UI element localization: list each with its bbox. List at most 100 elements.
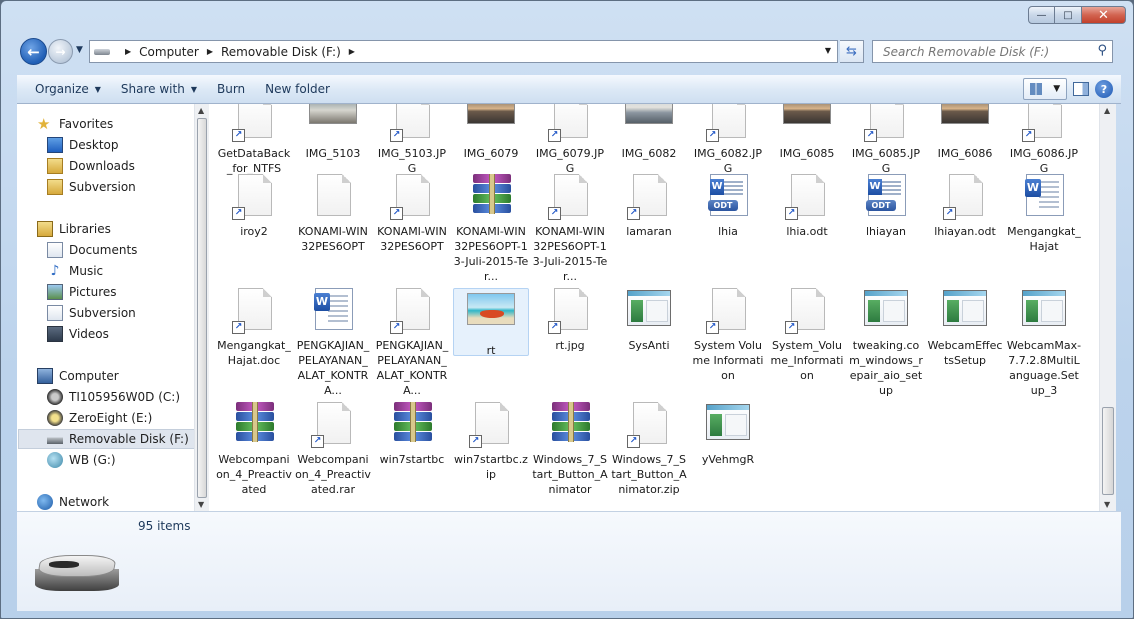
nav-computer[interactable]: Computer xyxy=(37,366,119,386)
chevron-right-icon[interactable]: ▶ xyxy=(349,47,355,56)
hard-drive-icon xyxy=(47,410,63,426)
file-item[interactable]: Windows_7_Start_Button_Animator xyxy=(532,402,608,497)
back-button[interactable]: ← xyxy=(20,38,47,65)
file-item[interactable]: IMG_6082 xyxy=(611,104,687,161)
preview-pane-icon[interactable] xyxy=(1073,82,1089,96)
file-item[interactable]: W Mengangkat_Hajat xyxy=(1006,174,1082,254)
file-item[interactable]: ↗ Windows_7_Start_Button_Animator.zip xyxy=(611,402,687,497)
file-item[interactable]: ↗ IMG_6079.JPG xyxy=(532,104,608,176)
nav-libraries[interactable]: Libraries xyxy=(37,219,111,239)
file-item[interactable]: IMG_6086 xyxy=(927,104,1003,161)
file-item[interactable]: ↗ IMG_6082.JPG xyxy=(690,104,766,176)
file-item[interactable]: ↗ KONAMI-WIN32PES6OPT-13-Juli-2015-Ter... xyxy=(532,174,608,284)
scroll-down-icon[interactable]: ▼ xyxy=(1104,500,1110,509)
file-item[interactable]: ↗ IMG_6085.JPG xyxy=(848,104,924,176)
nav-subversion-favorite[interactable]: Subversion xyxy=(47,177,136,197)
scroll-down-icon[interactable]: ▼ xyxy=(198,500,204,509)
nav-network[interactable]: Network xyxy=(37,492,109,511)
scroll-up-icon[interactable]: ▲ xyxy=(1104,106,1110,115)
file-name: IMG_6082 xyxy=(621,147,677,160)
nav-music[interactable]: ♪ Music xyxy=(47,261,104,281)
breadcrumb-computer[interactable]: Computer xyxy=(139,45,199,59)
file-item[interactable]: ↗ lhiayan.odt xyxy=(927,174,1003,239)
scrollbar-thumb[interactable] xyxy=(1102,407,1114,495)
nav-pane-scrollbar[interactable]: ▲ ▼ xyxy=(194,104,209,511)
file-item[interactable]: ↗ Webcompanion_4_Preactivated.rar xyxy=(295,402,371,497)
file-item[interactable]: KONAMI-WIN32PES6OPT xyxy=(295,174,371,254)
file-name: Webcompanion_4_Preactivated xyxy=(216,453,292,496)
help-icon[interactable]: ? xyxy=(1095,80,1113,98)
nav-desktop[interactable]: Desktop xyxy=(47,135,119,155)
file-item[interactable]: IMG_5103 xyxy=(295,104,371,161)
burn-button[interactable]: Burn xyxy=(207,82,255,96)
file-item[interactable]: W ODT lhia xyxy=(690,174,766,239)
file-item[interactable]: ↗ GetDataBack_for_NTFS xyxy=(216,104,292,176)
file-item[interactable]: ↗ lhia.odt xyxy=(769,174,845,239)
file-item[interactable]: KONAMI-WIN32PES6OPT-13-Juli-2015-Ter... xyxy=(453,174,529,284)
nav-pictures[interactable]: Pictures xyxy=(47,282,117,302)
navigation-row: ← → ▼ ▶ Computer ▶ Removable Disk (F:) ▶… xyxy=(17,38,1119,66)
forward-button[interactable]: → xyxy=(48,39,73,64)
file-name: iroy2 xyxy=(240,225,268,238)
minimize-button[interactable]: — xyxy=(1028,6,1055,24)
address-bar[interactable]: ▶ Computer ▶ Removable Disk (F:) ▶ ▼ xyxy=(89,40,838,63)
breadcrumb-removable-disk[interactable]: Removable Disk (F:) xyxy=(221,45,341,59)
nav-videos[interactable]: Videos xyxy=(47,324,109,344)
file-item[interactable]: W PENGKAJIAN_PELAYANAN_ALAT_KONTRA... xyxy=(295,288,371,398)
app-icon xyxy=(704,402,752,448)
nav-drive-e[interactable]: ZeroEight (E:) xyxy=(47,408,152,428)
file-item[interactable]: Webcompanion_4_Preactivated xyxy=(216,402,292,497)
file-item[interactable]: ↗ Mengangkat_Hajat.doc xyxy=(216,288,292,368)
nav-drive-c[interactable]: TI105956W0D (C:) xyxy=(47,387,180,407)
app-icon xyxy=(941,288,989,334)
nav-favorites[interactable]: ★ Favorites xyxy=(37,114,113,134)
change-view-button[interactable]: ▼ xyxy=(1023,78,1067,100)
file-name: win7startbc xyxy=(379,453,445,466)
file-item[interactable]: IMG_6079 xyxy=(453,104,529,161)
nav-drive-g[interactable]: WB (G:) xyxy=(47,450,116,470)
organize-button[interactable]: Organize ▼ xyxy=(25,82,111,96)
nav-label: Documents xyxy=(69,243,138,257)
file-item[interactable]: W ODT lhiayan xyxy=(848,174,924,239)
file-item[interactable]: ↗ KONAMI-WIN32PES6OPT xyxy=(374,174,450,254)
file-item[interactable]: WebcamMax-7.7.2.8MultiLanguage.Setup_3 xyxy=(1006,288,1082,398)
shortcut-doc-icon: ↗ xyxy=(704,104,752,142)
maximize-button[interactable]: □ xyxy=(1055,6,1082,24)
share-with-button[interactable]: Share with ▼ xyxy=(111,82,207,96)
scroll-up-icon[interactable]: ▲ xyxy=(198,106,204,115)
nav-drive-f[interactable]: Removable Disk (F:) xyxy=(18,429,208,449)
file-list-scrollbar[interactable]: ▲ ▼ xyxy=(1099,104,1116,511)
recent-pages-dropdown[interactable]: ▼ xyxy=(76,45,83,55)
scrollbar-thumb[interactable] xyxy=(197,118,207,498)
nav-downloads[interactable]: Downloads xyxy=(47,156,135,176)
file-item[interactable]: ↗ System Volume Information xyxy=(690,288,766,383)
file-item[interactable]: ↗ lamaran xyxy=(611,174,687,239)
file-item[interactable]: rt xyxy=(453,288,529,357)
file-item[interactable]: win7startbc xyxy=(374,402,450,467)
file-item[interactable]: ↗ rt.jpg xyxy=(532,288,608,353)
chevron-right-icon[interactable]: ▶ xyxy=(125,47,131,56)
file-item[interactable]: ↗ System_Volume_Information xyxy=(769,288,845,383)
close-button[interactable]: ✕ xyxy=(1082,6,1126,24)
file-item[interactable]: ↗ win7startbc.zip xyxy=(453,402,529,482)
file-item[interactable]: ↗ IMG_5103.JPG xyxy=(374,104,450,176)
nav-documents[interactable]: Documents xyxy=(47,240,137,260)
file-item[interactable]: ↗ IMG_6086.JPG xyxy=(1006,104,1082,176)
refresh-button[interactable]: ⇆ xyxy=(840,40,864,63)
file-item[interactable]: tweaking.com_windows_repair_aio_setup xyxy=(848,288,924,398)
search-input[interactable] xyxy=(881,43,1081,60)
nav-subversion-library[interactable]: Subversion xyxy=(47,303,136,323)
file-item[interactable]: SysAnti xyxy=(611,288,687,353)
new-folder-button[interactable]: New folder xyxy=(255,82,340,96)
file-item[interactable]: WebcamEffectsSetup xyxy=(927,288,1003,368)
file-item[interactable]: ↗ PENGKAJIAN_PELAYANAN_ALAT_KONTRA... xyxy=(374,288,450,398)
file-item[interactable]: IMG_6085 xyxy=(769,104,845,161)
search-icon[interactable]: ⚲ xyxy=(1097,43,1107,58)
address-dropdown-icon[interactable]: ▼ xyxy=(825,46,831,55)
chevron-right-icon[interactable]: ▶ xyxy=(207,47,213,56)
search-box[interactable]: ⚲ xyxy=(872,40,1113,63)
file-name: Windows_7_Start_Button_Animator xyxy=(532,453,608,496)
item-count: 95 items xyxy=(138,519,191,533)
file-item[interactable]: ↗ iroy2 xyxy=(216,174,292,239)
file-item[interactable]: yVehmgR xyxy=(690,402,766,467)
